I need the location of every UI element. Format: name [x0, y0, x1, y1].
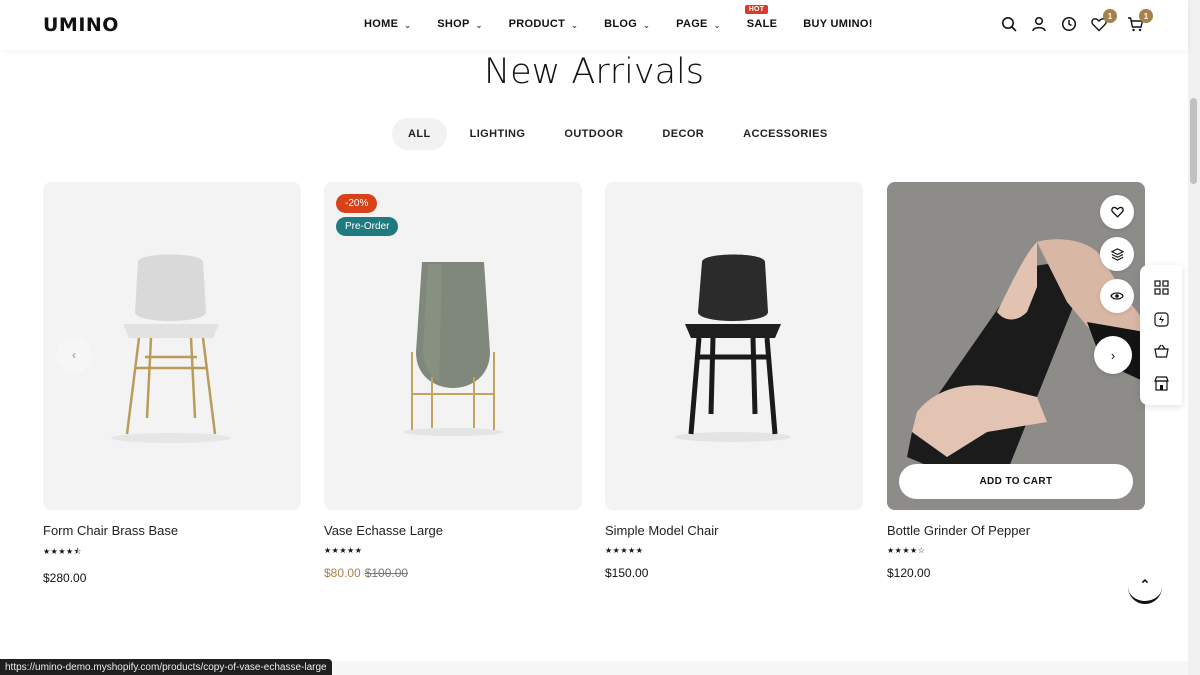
category-tabs: ALL LIGHTING OUTDOOR DECOR ACCESSORIES [392, 118, 851, 150]
scrollbar-thumb[interactable] [1190, 98, 1197, 184]
rating-stars: ★★★★★ [605, 546, 644, 555]
user-icon[interactable] [1030, 14, 1048, 34]
nav-blog[interactable]: BLOG ⌄ [604, 18, 650, 30]
status-bar-url: https://umino-demo.myshopify.com/product… [0, 659, 332, 675]
chevron-right-icon: › [1110, 347, 1116, 363]
hot-badge: HOT [744, 5, 769, 14]
clock-icon[interactable] [1060, 14, 1078, 34]
nav-shop[interactable]: SHOP ⌄ [437, 18, 482, 30]
nav-sale[interactable]: HOT SALE [744, 5, 778, 30]
site-header: UMINO HOME ⌄ SHOP ⌄ PRODUCT ⌄ BLOG ⌄ PAGE ⌄ H… [0, 0, 1188, 50]
scroll-to-top-button[interactable]: ⌃ [1128, 568, 1162, 604]
chevron-down-icon: ⌄ [643, 20, 651, 30]
nav-label: BLOG [604, 18, 638, 30]
product-name[interactable]: Bottle Grinder Of Pepper [887, 523, 1145, 538]
product-card[interactable]: ADD TO CART Bottle Grinder Of Pepper ★★★… [887, 182, 1145, 580]
carousel-prev-button[interactable]: ‹ [56, 337, 92, 373]
nav-buy-umino[interactable]: BUY UMINO! [803, 18, 872, 30]
product-price: $280.00 [43, 571, 87, 585]
preorder-badge: Pre-Order [336, 217, 399, 236]
tab-all[interactable]: ALL [392, 118, 447, 150]
product-name[interactable]: Simple Model Chair [605, 523, 863, 538]
product-price: $120.00 [887, 566, 931, 580]
section-title: New Arrivals [483, 52, 705, 92]
discount-badge: -20% [336, 194, 378, 213]
carousel-next-button[interactable]: › [1094, 336, 1132, 374]
tab-accessories[interactable]: ACCESSORIES [727, 118, 843, 150]
product-name[interactable]: Vase Echasse Large [324, 523, 582, 538]
nav-product[interactable]: PRODUCT ⌄ [509, 18, 579, 30]
old-price: $100.00 [364, 566, 409, 580]
cart-icon[interactable]: 1 [1126, 9, 1153, 34]
nav-label: HOME [364, 18, 399, 30]
quick-view-button[interactable] [1100, 279, 1134, 313]
product-card[interactable]: Form Chair Brass Base ★★★★⯪ $280.00 [43, 182, 301, 585]
grid-icon[interactable] [1151, 277, 1171, 297]
chevron-down-icon: ⌄ [571, 20, 579, 30]
nav-label: PAGE [676, 18, 708, 30]
floating-toolbar [1140, 265, 1182, 405]
store-icon[interactable] [1151, 373, 1171, 393]
rating-stars: ★★★★☆ [887, 546, 926, 555]
product-image[interactable]: -20% Pre-Order [324, 182, 582, 510]
nav-home[interactable]: HOME ⌄ [364, 18, 411, 30]
product-card[interactable]: -20% Pre-Order Vase Echasse Large ★★★★★ … [324, 182, 582, 580]
wishlist-button[interactable] [1100, 195, 1134, 229]
lightning-icon[interactable] [1151, 309, 1171, 329]
sale-price: $80.00 [324, 566, 361, 580]
nav-label: SHOP [437, 18, 470, 30]
product-name[interactable]: Form Chair Brass Base [43, 523, 301, 538]
nav-label: BUY UMINO! [803, 18, 873, 30]
logo[interactable]: UMINO [43, 14, 119, 36]
nav-label: PRODUCT [508, 18, 566, 30]
header-actions: 1 1 [1000, 9, 1153, 34]
add-to-cart-button[interactable]: ADD TO CART [899, 464, 1133, 499]
double-chevron-up-icon: ⌃ [1139, 576, 1151, 592]
product-price: $150.00 [605, 566, 649, 580]
chevron-left-icon: ‹ [72, 348, 76, 362]
layers-icon [1110, 247, 1124, 261]
page-scrollbar[interactable] [1188, 0, 1200, 675]
wishlist-count: 1 [1103, 9, 1117, 23]
search-icon[interactable] [1000, 14, 1018, 34]
chair-image [675, 254, 791, 442]
product-card[interactable]: Simple Model Chair ★★★★★ $150.00 [605, 182, 863, 580]
compare-button[interactable] [1100, 237, 1134, 271]
chevron-down-icon: ⌄ [475, 20, 483, 30]
cart-count: 1 [1139, 9, 1153, 23]
product-price: $80.00 $100.00 [324, 566, 582, 580]
rating-stars: ★★★★⯪ [43, 547, 82, 556]
tab-decor[interactable]: DECOR [646, 118, 720, 150]
nav-label: SALE [746, 18, 778, 30]
chevron-down-icon: ⌄ [713, 20, 721, 30]
heart-icon [1110, 206, 1124, 218]
rating-stars: ★★★★★ [324, 546, 363, 555]
chevron-down-icon: ⌄ [404, 20, 412, 30]
nav-page[interactable]: PAGE ⌄ [676, 18, 721, 30]
basket-icon[interactable] [1151, 341, 1171, 361]
heart-icon[interactable]: 1 [1090, 9, 1117, 34]
tab-outdoor[interactable]: OUTDOOR [548, 118, 639, 150]
product-image[interactable] [605, 182, 863, 510]
main-nav: HOME ⌄ SHOP ⌄ PRODUCT ⌄ BLOG ⌄ PAGE ⌄ HOT SALE… [364, 5, 899, 30]
tab-lighting[interactable]: LIGHTING [454, 118, 542, 150]
eye-icon [1110, 292, 1124, 300]
quick-actions [1100, 195, 1134, 313]
